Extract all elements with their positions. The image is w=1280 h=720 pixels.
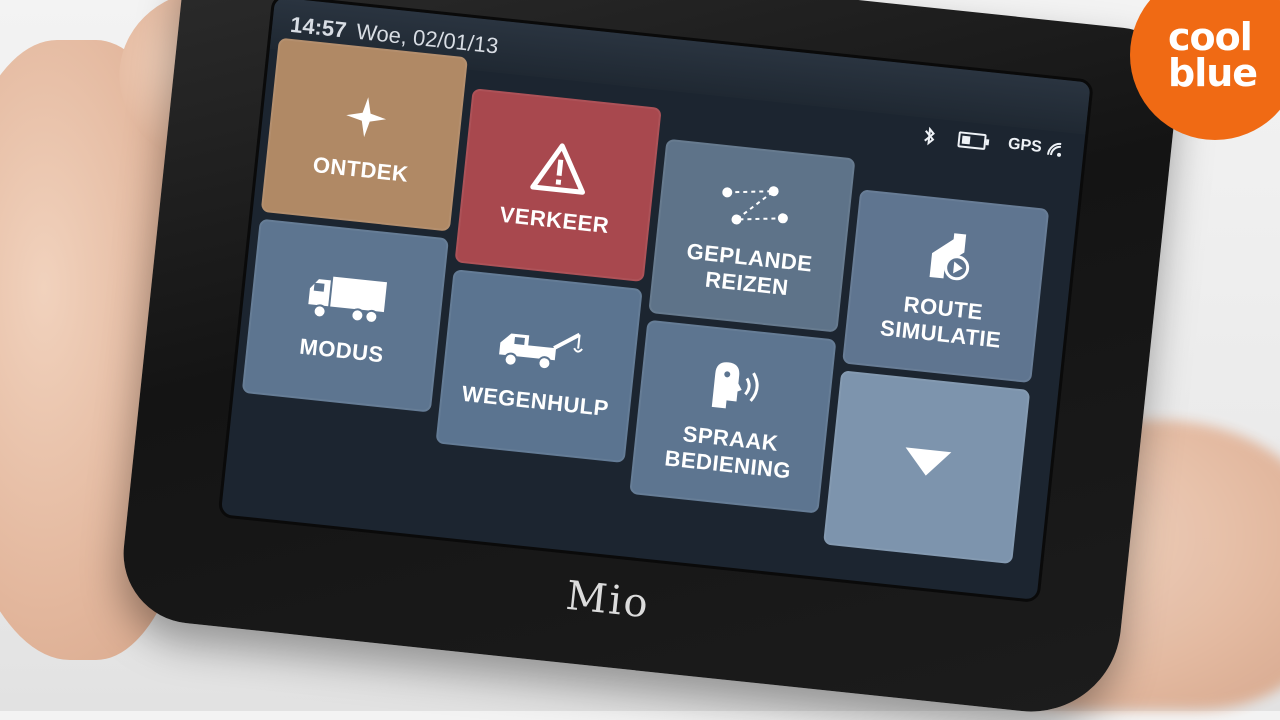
mio-logo: Mio <box>563 572 653 628</box>
arrow-down-icon <box>899 430 955 495</box>
tile-route-simulatie[interactable]: ROUTE SIMULATIE <box>842 189 1050 384</box>
status-icons: GPS <box>921 126 1064 161</box>
coolblue-logo-line2: blue <box>1168 51 1258 95</box>
gps-label: GPS <box>1007 135 1043 156</box>
sparkle-icon <box>341 85 391 149</box>
tile-verkeer[interactable]: VERKEER <box>454 88 662 283</box>
warning-triangle-icon <box>529 135 591 201</box>
tile-label: WEGENHULP <box>460 380 611 421</box>
battery-icon <box>957 131 987 151</box>
tile-spraak-bediening[interactable]: SPRAAK BEDIENING <box>629 319 837 514</box>
tile-label: ONTDEK <box>311 151 410 187</box>
gps-icon: GPS <box>1007 135 1064 159</box>
truck-icon <box>304 264 390 332</box>
voice-icon <box>703 354 769 420</box>
tile-label: VERKEER <box>498 201 611 238</box>
tile-modus[interactable]: MODUS <box>241 218 449 413</box>
tile-label-line2: SIMULATIE <box>879 314 1003 353</box>
scroll-down-button[interactable] <box>823 370 1031 565</box>
gps-device: 14:57 Woe, 02/01/13 GPS ONTDEK VERKEER G… <box>116 0 1184 720</box>
tile-ontdek[interactable]: ONTDEK <box>260 37 468 232</box>
bluetooth-icon <box>921 126 937 147</box>
tow-truck-icon <box>493 314 589 383</box>
route-dots-icon <box>717 172 793 239</box>
route-play-icon <box>921 224 977 289</box>
tile-wegenhulp[interactable]: WEGENHULP <box>435 269 643 464</box>
coolblue-logo-line1: cool <box>1168 14 1253 59</box>
device-screen: 14:57 Woe, 02/01/13 GPS ONTDEK VERKEER G… <box>217 0 1095 604</box>
tile-geplande-reizen[interactable]: GEPLANDE REIZEN <box>648 138 856 333</box>
tile-label: MODUS <box>298 333 385 368</box>
